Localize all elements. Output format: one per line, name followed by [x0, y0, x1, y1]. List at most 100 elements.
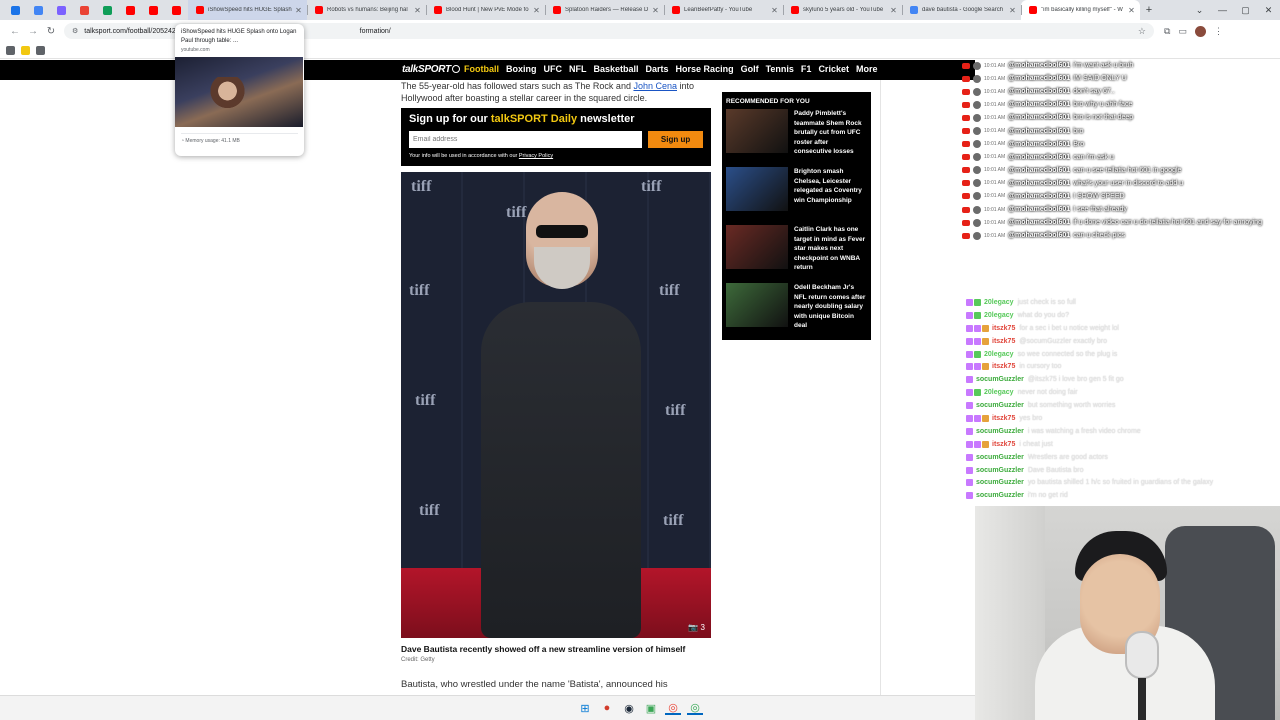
pinned-tab[interactable]	[73, 0, 96, 20]
tab-close-icon[interactable]: ✕	[1008, 6, 1017, 15]
badge-icon	[974, 363, 981, 371]
twitch-chat-message: socumGuzzler but something worth worries	[966, 399, 1276, 412]
app-icon[interactable]: ▣	[643, 701, 659, 715]
bookmark-icon[interactable]	[6, 45, 15, 55]
reload-button[interactable]: ↻	[42, 26, 60, 37]
browser-tab[interactable]: Blood Hunt | New PvE Mode fo ✕	[426, 0, 545, 20]
pinned-tab[interactable]	[142, 0, 165, 20]
recommended-item[interactable]: Brighton smash Chelsea, Leicester relega…	[726, 167, 867, 225]
menu-icon[interactable]: ⋮	[1214, 26, 1223, 37]
chat-text: just check is so full	[1017, 298, 1076, 306]
pinned-tab[interactable]	[27, 0, 50, 20]
browser-tab[interactable]: dave bautista - Google Search ✕	[902, 0, 1021, 20]
nav-item[interactable]: UFC	[544, 64, 563, 74]
site-nav-items: Football Boxing UFC NFL Basketball Darts Horse…	[464, 64, 877, 74]
avatar	[973, 140, 981, 149]
twitch-chat-message: itszk75 in cursory too	[966, 360, 1276, 373]
twitch-chat-message: 20legacy what do you do?	[966, 309, 1276, 322]
recommended-item[interactable]: Caitlin Clark has one target in mind as …	[726, 225, 867, 283]
chat-badges	[966, 337, 989, 345]
avatar	[973, 113, 981, 122]
profile-avatar[interactable]	[1194, 25, 1206, 37]
tab-close-icon[interactable]: ✕	[770, 6, 779, 15]
bookmark-icon[interactable]	[21, 45, 30, 55]
bookmark-icon[interactable]	[36, 45, 45, 55]
chat-text: I see that already	[1073, 206, 1127, 214]
signup-button[interactable]: Sign up	[648, 131, 703, 148]
bookmark-star-icon[interactable]: ☆	[1138, 26, 1146, 37]
tab-close-icon[interactable]: ✕	[1127, 6, 1136, 15]
youtube-icon	[962, 101, 970, 108]
pinned-tab[interactable]	[119, 0, 142, 20]
recommended-item[interactable]: Paddy Pimblett's teammate Shem Rock brut…	[726, 109, 867, 167]
newsletter-heading: Sign up for our talkSPORT Daily newslett…	[409, 113, 703, 125]
nav-item[interactable]: Cricket	[818, 64, 849, 74]
chat-time: 10:01 AM	[984, 141, 1006, 148]
badge-icon	[974, 440, 981, 448]
twitch-chat-message: socumGuzzler i was watching a fresh video…	[966, 425, 1276, 438]
tab-title: Splatoon Raiders — Release D	[565, 7, 649, 13]
nav-item[interactable]: F1	[801, 64, 812, 74]
new-tab-button[interactable]: +	[1140, 4, 1158, 16]
browser-tab[interactable]: Robots vs humans: Beijing hal ✕	[307, 0, 426, 20]
article-photo[interactable]: tiff tiff tiff tiff tiff tiff tiff tiff …	[401, 172, 711, 638]
tab-close-icon[interactable]: ✕	[651, 6, 660, 15]
tab-close-icon[interactable]: ✕	[413, 6, 422, 15]
tab-favicon-icon	[672, 6, 680, 14]
nav-item[interactable]: NFL	[569, 64, 587, 74]
tab-close-icon[interactable]: ✕	[532, 6, 541, 15]
chat-text: what's your user in discord to add u	[1073, 179, 1184, 187]
record-app-icon[interactable]: ●	[599, 701, 615, 715]
nav-item[interactable]: Horse Racing	[676, 64, 734, 74]
email-input[interactable]	[409, 131, 643, 148]
tab-close-icon[interactable]: ✕	[294, 6, 303, 15]
browser-tab[interactable]: skyluno 5 years old - YouTube ✕	[783, 0, 902, 20]
nav-item[interactable]: Golf	[741, 64, 759, 74]
forward-button[interactable]: →	[24, 26, 42, 37]
recommended-headline: Brighton smash Chelsea, Leicester relega…	[794, 168, 862, 204]
tab-search-icon[interactable]: ⌄	[1188, 0, 1211, 20]
recommended-item[interactable]: Odell Beckham Jr's NFL return comes afte…	[726, 283, 867, 341]
chrome-icon[interactable]: ◎	[665, 701, 681, 715]
back-button[interactable]: ←	[6, 26, 24, 37]
browser-tab[interactable]: iShowSpeed hits HUGE Splash ✕	[188, 0, 307, 20]
tab-close-icon[interactable]: ✕	[889, 6, 898, 15]
pinned-tab[interactable]	[96, 0, 119, 20]
nav-item[interactable]: Tennis	[766, 64, 794, 74]
chat-text: i cheat just	[1019, 440, 1053, 448]
windows-start-icon[interactable]: ⊞	[577, 701, 593, 715]
backdrop-logo: tiff	[665, 402, 686, 419]
sidepanel-icon[interactable]: ▭	[1178, 26, 1187, 37]
badge-icon	[974, 414, 981, 422]
nav-item[interactable]: Boxing	[506, 64, 537, 74]
badge-icon	[966, 363, 973, 371]
nav-item[interactable]: Basketball	[594, 64, 639, 74]
backdrop-logo: tiff	[411, 178, 432, 195]
minimize-button[interactable]: —	[1211, 0, 1234, 20]
browser-tab[interactable]: Splatoon Raiders — Release D ✕	[545, 0, 664, 20]
nav-item[interactable]: Darts	[646, 64, 669, 74]
browser-tab[interactable]: "im basically killing myself" - W ✕	[1021, 0, 1140, 20]
maximize-button[interactable]: ▢	[1234, 0, 1257, 20]
site-info-icon[interactable]: ⚙	[72, 27, 78, 35]
talksport-logo[interactable]: talkSPORT	[402, 64, 460, 75]
pinned-tab[interactable]	[50, 0, 73, 20]
nav-item[interactable]: Football	[464, 64, 499, 74]
newsletter-signup: Sign up for our talkSPORT Daily newslett…	[401, 108, 711, 166]
browser-tab[interactable]: LeanBeefPatty - YouTube ✕	[664, 0, 783, 20]
close-window-button[interactable]: ✕	[1257, 0, 1280, 20]
john-cena-link[interactable]: John Cena	[633, 81, 677, 91]
chrome-profile-icon[interactable]: ◎	[687, 701, 703, 715]
steam-icon[interactable]: ◉	[621, 701, 637, 715]
gallery-count[interactable]: 📷 3	[688, 623, 705, 632]
nav-item[interactable]: More	[856, 64, 878, 74]
extensions-icon[interactable]: ⧉	[1164, 26, 1170, 37]
chat-text: Wrestlers are good actors	[1027, 453, 1108, 461]
pinned-tab[interactable]	[4, 0, 27, 20]
privacy-policy-link[interactable]: Privacy Policy	[519, 153, 553, 159]
tab-title: LeanBeefPatty - YouTube	[684, 7, 753, 13]
youtube-icon	[962, 141, 970, 148]
hover-card-site: youtube.com	[181, 47, 210, 53]
hover-card-title: iShowSpeed hits HUGE Splash onto Logan P…	[181, 29, 297, 44]
pinned-tab[interactable]	[165, 0, 188, 20]
